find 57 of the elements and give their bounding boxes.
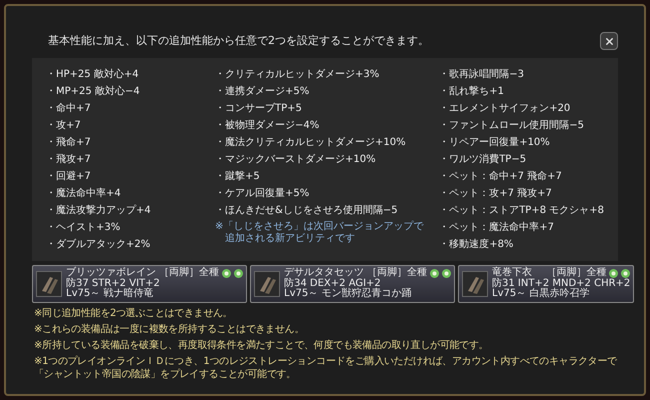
option-text: ・ダブルアタック+2% — [46, 238, 152, 252]
option-text: ・魔法攻撃力アップ+4 — [46, 204, 152, 218]
option-text: ・連携ダメージ+5% — [215, 84, 310, 99]
option-text: ・回避+7 — [46, 170, 92, 184]
equipment-card[interactable]: デサルタタセッツ ［両脚］全種 防34 DEX+2 AGI+2 Lv75～ モン獣狩忍青コか踊 — [250, 265, 455, 302]
intro-text: 基本性能に加え、以下の追加性能から任意で2つを設定することができます。 — [48, 32, 429, 49]
leg-armor-icon — [36, 270, 62, 297]
option-text: ・攻+7 — [46, 119, 82, 133]
option-text: ・乱れ撃ち+1 — [439, 84, 505, 99]
close-icon — [604, 36, 614, 46]
option-text: ・蹴撃+5 — [215, 170, 261, 184]
item-level: Lv75～ 戦ナ暗侍竜 — [66, 289, 154, 300]
note-text: ※所持している装備品を破棄し、再度取得条件を満たすことで、何度でも装備品の取り直しが可能です。 — [34, 338, 488, 352]
option-text: ・魔法クリティカルヒットダメージ+10% — [215, 136, 407, 150]
item-stats: 防37 STR+2 VIT+2 — [66, 278, 161, 288]
option-text: ・ペット：ストアTP+8 モクシャ+8 — [439, 204, 604, 218]
item-slot: ［両脚］全種 — [367, 268, 427, 278]
option-text: ・被物理ダメージ−4% — [215, 118, 320, 133]
option-text: ・ペット：攻+7 飛攻+7 — [439, 187, 553, 201]
option-text: ・移動速度+8% — [439, 238, 514, 252]
option-text: ・コンサーブTP+5 — [215, 102, 303, 116]
option-text: ・ファントムロール使用間隔−5 — [439, 119, 585, 133]
option-text: ・ケアル回復量+5% — [215, 187, 310, 201]
option-text: ・ヘイスト+3% — [46, 221, 122, 235]
item-stats: 防34 DEX+2 AGI+2 — [284, 278, 382, 288]
option-text: ・ほんきだせ&しじをさせろ使用間隔−5 — [215, 204, 399, 218]
item-slot: ［両脚］全種 — [546, 268, 606, 278]
option-text: ・マジックバーストダメージ+10% — [215, 153, 377, 167]
note-text: ※同じ追加性能を2つ選ぶことはできません。 — [34, 306, 232, 320]
option-text: ・ペット：命中+7 飛命+7 — [439, 170, 563, 184]
equipment-card[interactable]: 竜巻下衣 ［両脚］全種 防31 INT+2 MND+2 CHR+2 Lv75～ 白黒赤吟召学 — [458, 265, 634, 302]
leg-armor-icon — [254, 270, 280, 297]
leg-armor-icon — [462, 270, 488, 297]
option-text: ・命中+7 — [46, 102, 92, 116]
item-name: デサルタタセッツ — [284, 268, 364, 278]
option-text: ・魔法命中率+4 — [46, 186, 122, 201]
close-button[interactable] — [600, 32, 618, 50]
note-text: ※1つのプレイオンラインＩＤにつき、1つのレジストレーションコードをご購入いただければ、アカウント内すべてのキャラクターで 「シャントット帝国の陰謀」をプレイすることが可能です。 — [34, 354, 617, 380]
option-text: ・ワルツ消費TP−5 — [439, 152, 528, 167]
equipment-card[interactable]: ブリッツァボレイン ［両脚］全種 防37 STR+2 VIT+2 Lv75～ 戦ナ暗侍竜 — [32, 265, 247, 302]
option-text: ・HP+25 敵対心+4 — [46, 68, 140, 82]
option-text: ・ペット：魔法命中率+7 — [439, 220, 555, 235]
option-text: ・リペアー回復量+10% — [439, 136, 551, 150]
note-text: ※「しじをさせろ」は次回バージョンアップで 追加される新アビリティです — [215, 221, 424, 245]
item-level: Lv75～ 白黒赤吟召学 — [492, 289, 590, 300]
item-stats: 防31 INT+2 MND+2 CHR+2 — [492, 278, 630, 288]
option-text: ・飛攻+7 — [46, 153, 92, 167]
option-text: ・歌再詠唱間隔−3 — [439, 68, 525, 82]
item-level: Lv75～ モン獣狩忍青コか踊 — [284, 289, 412, 300]
option-text: ・エレメントサイフォン+20 — [439, 102, 572, 116]
item-name: ブリッツァボレイン — [66, 268, 156, 278]
note-text: ※これらの装備品は一度に複数を所持することはできません。 — [34, 322, 304, 336]
option-text: ・飛命+7 — [46, 136, 92, 150]
option-text: ・クリティカルヒットダメージ+3% — [215, 68, 380, 82]
option-text: ・MP+25 敵対心−4 — [46, 84, 141, 99]
item-slot: ［両脚］全種 — [159, 268, 219, 278]
item-name: 竜巻下衣 — [492, 268, 532, 278]
